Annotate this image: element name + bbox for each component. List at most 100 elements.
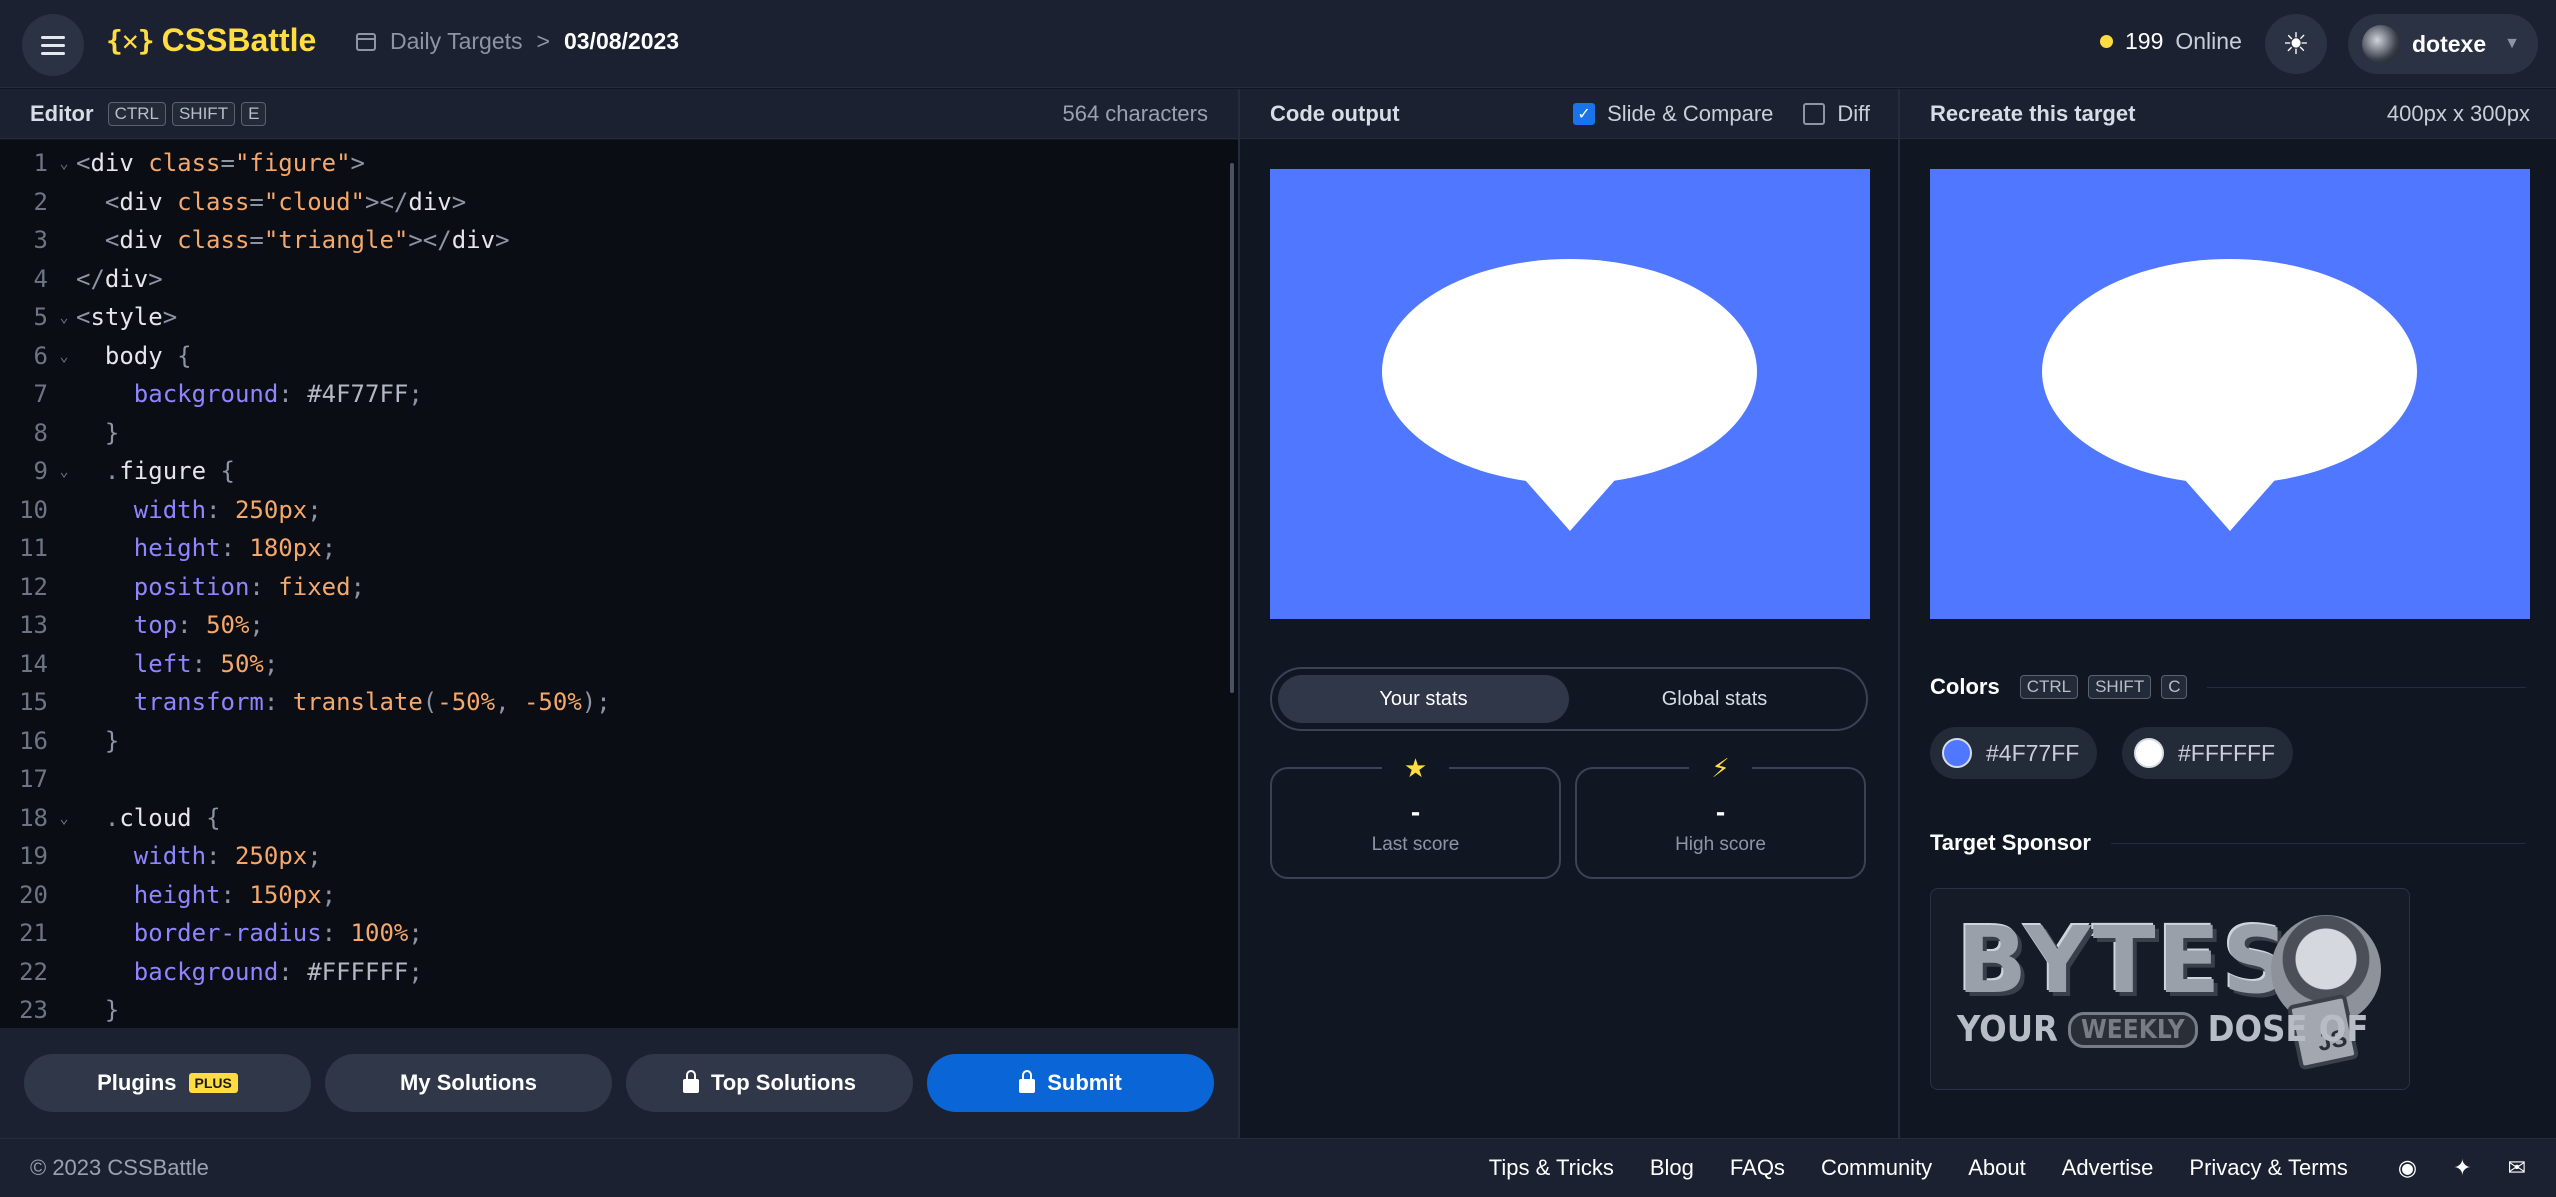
code-line[interactable]: 23 }	[0, 991, 1238, 1028]
color-chip-blue[interactable]: #4F77FF	[1930, 727, 2098, 779]
checkbox-checked-icon[interactable]: ✓	[1573, 102, 1596, 125]
fold-chevron-icon[interactable]: ⌄	[52, 337, 76, 376]
code-line[interactable]: 8 }	[0, 414, 1238, 453]
code-text: background: #4F77FF;	[76, 375, 423, 414]
code-editor[interactable]: 1 ⌄ <div class="figure"> 2 <div class="clou…	[0, 140, 1238, 1028]
code-line[interactable]: 1 ⌄ <div class="figure">	[0, 144, 1238, 183]
code-line[interactable]: 4 </div>	[0, 260, 1238, 299]
shortcut-key: SHIFT	[2088, 675, 2152, 699]
online-indicator: 199 Online	[2100, 28, 2242, 55]
target-image[interactable]	[1930, 169, 2530, 619]
tab-global-stats[interactable]: Global stats	[1569, 675, 1860, 723]
code-token: body	[76, 341, 178, 370]
code-token: px	[292, 880, 322, 909]
code-line[interactable]: 15 transform: translate(-50%, -50%);	[0, 683, 1238, 722]
plugins-button[interactable]: Plugins PLUS	[24, 1054, 311, 1112]
breadcrumb-daily-targets[interactable]: Daily Targets	[390, 28, 523, 55]
submit-button[interactable]: Submit	[927, 1054, 1214, 1112]
code-token: ;	[263, 649, 279, 678]
code-line[interactable]: 5 ⌄ <style>	[0, 298, 1238, 337]
footer-link-blog[interactable]: Blog	[1650, 1155, 1694, 1181]
footer-link-about[interactable]: About	[1968, 1155, 2026, 1181]
code-line[interactable]: 12 position: fixed;	[0, 568, 1238, 607]
code-token: 250	[234, 842, 279, 870]
fold-chevron-icon[interactable]: ⌄	[52, 144, 76, 183]
slide-compare-toggle[interactable]: ✓ Slide & Compare	[1573, 101, 1773, 127]
code-line[interactable]: 22 background: #FFFFFF;	[0, 953, 1238, 992]
code-line[interactable]: 21 border-radius: 100%;	[0, 914, 1238, 953]
chevron-down-icon: ▼	[2504, 35, 2520, 52]
code-token: }	[76, 726, 120, 755]
twitter-icon[interactable]: ✦	[2453, 1155, 2471, 1181]
code-line[interactable]: 19 width: 250px;	[0, 837, 1238, 876]
fold-chevron-icon[interactable]: ⌄	[52, 799, 76, 838]
code-token: %	[480, 688, 496, 716]
checkbox-unchecked-icon[interactable]	[1803, 102, 1826, 125]
code-text: <div class="figure">	[76, 144, 365, 183]
high-score-card: ⚡ - High score	[1575, 753, 1866, 879]
code-line[interactable]: 6 ⌄ body {	[0, 337, 1238, 376]
code-output-canvas[interactable]	[1270, 169, 1870, 619]
footer-link-privacy[interactable]: Privacy & Terms	[2189, 1155, 2348, 1181]
line-number: 21	[19, 919, 48, 947]
color-chip-white[interactable]: #FFFFFF	[2122, 727, 2294, 779]
code-token: >	[350, 149, 365, 177]
code-text: transform: translate(-50%, -50%);	[76, 683, 611, 722]
footer-link-community[interactable]: Community	[1821, 1155, 1932, 1181]
code-token: 180	[249, 534, 293, 562]
code-line[interactable]: 17	[0, 760, 1238, 799]
character-count: 564 characters	[1062, 100, 1208, 126]
online-count: 199	[2125, 28, 2164, 54]
editor-scrollbar[interactable]	[1230, 163, 1234, 693]
code-line[interactable]: 10 width: 250px;	[0, 491, 1238, 530]
code-line[interactable]: 9 ⌄ .figure {	[0, 452, 1238, 491]
code-line[interactable]: 20 height: 150px;	[0, 876, 1238, 915]
code-line[interactable]: 18 ⌄ .cloud {	[0, 799, 1238, 838]
logo-mark-icon: {✕}	[106, 24, 155, 57]
sponsor-title: Target Sponsor	[1930, 830, 2091, 855]
target-header: Recreate this target 400px x 300px	[1900, 89, 2556, 139]
mail-icon[interactable]: ✉	[2508, 1155, 2526, 1181]
footer-link-advertise[interactable]: Advertise	[2062, 1155, 2154, 1181]
footer-link-faqs[interactable]: FAQs	[1730, 1155, 1785, 1181]
logo[interactable]: {✕} CSSBattle	[106, 22, 316, 59]
code-text: background: #FFFFFF;	[76, 953, 423, 992]
code-line[interactable]: 14 left: 50%;	[0, 645, 1238, 684]
discord-icon[interactable]: ◉	[2398, 1155, 2417, 1181]
code-text: width: 250px;	[76, 491, 322, 530]
theme-toggle-button[interactable]: ☀	[2265, 14, 2327, 74]
code-line[interactable]: 2 <div class="cloud"></div>	[0, 183, 1238, 222]
code-line[interactable]: 11 height: 180px;	[0, 529, 1238, 568]
sponsor-banner[interactable]: BYTES JS YOUR WEEKLY DOSE OF	[1930, 888, 2410, 1090]
code-token: :	[191, 649, 221, 678]
line-number: 9	[33, 457, 48, 485]
code-line[interactable]: 7 background: #4F77FF;	[0, 375, 1238, 414]
code-token: {	[220, 457, 235, 485]
code-token: =	[249, 187, 264, 216]
my-solutions-button[interactable]: My Solutions	[325, 1054, 612, 1112]
diff-toggle[interactable]: Diff	[1803, 101, 1870, 127]
footer-link-tips[interactable]: Tips & Tricks	[1489, 1155, 1614, 1181]
my-solutions-label: My Solutions	[400, 1070, 537, 1095]
code-line[interactable]: 3 <div class="triangle"></div>	[0, 221, 1238, 260]
code-line[interactable]: 13 top: 50%;	[0, 606, 1238, 645]
fold-chevron-icon[interactable]: ⌄	[52, 298, 76, 337]
code-token: ></	[408, 226, 452, 254]
fold-chevron-icon[interactable]: ⌄	[52, 452, 76, 491]
slide-compare-label: Slide & Compare	[1607, 100, 1774, 126]
line-number: 8	[33, 418, 48, 447]
speech-bubble-tail	[1525, 480, 1615, 531]
user-menu[interactable]: dotexe ▼	[2348, 14, 2538, 74]
line-number: 19	[19, 842, 48, 870]
code-token: div	[451, 226, 496, 254]
tab-your-stats[interactable]: Your stats	[1278, 675, 1569, 723]
color-hex: #FFFFFF	[2178, 739, 2276, 766]
top-solutions-button[interactable]: Top Solutions	[626, 1054, 913, 1112]
menu-button[interactable]	[22, 14, 84, 76]
code-line[interactable]: 16 }	[0, 722, 1238, 761]
code-token: >	[162, 303, 178, 331]
editor-title: Editor	[30, 100, 94, 126]
